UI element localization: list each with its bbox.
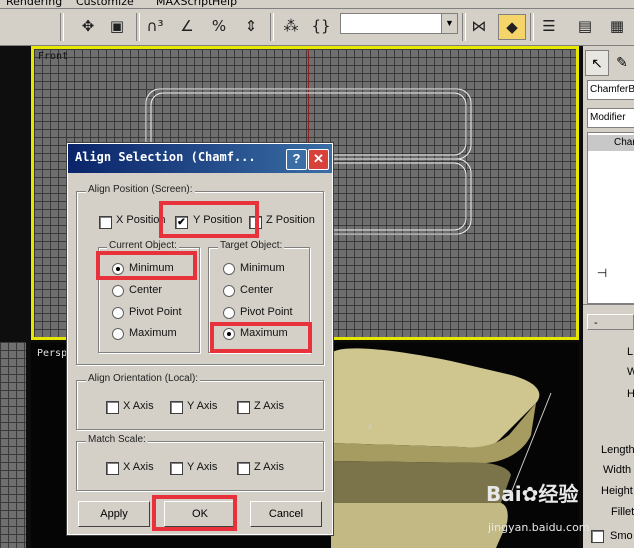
paw-icon: ✿ xyxy=(521,482,539,506)
param-label: H xyxy=(627,388,634,400)
align-orientation-group-label: Align Orientation (Local): xyxy=(86,373,201,384)
param-length-label: Length xyxy=(601,444,634,456)
schematic-view-icon[interactable]: ▦ xyxy=(604,14,630,38)
current-maximum-label: Maximum xyxy=(129,327,177,339)
axis-label-x: x xyxy=(368,421,373,431)
highlight-target-maximum xyxy=(210,322,312,353)
target-pivot-label: Pivot Point xyxy=(240,306,293,318)
modify-tab-icon[interactable]: ✎ xyxy=(611,50,633,74)
apply-button[interactable]: Apply xyxy=(78,501,150,527)
snap-toggle-icon[interactable]: ∩³ xyxy=(142,14,168,38)
named-selection-dropdown[interactable]: ▼ xyxy=(340,13,458,34)
toolbar-separator xyxy=(530,13,534,41)
current-object-group-label: Current Object: xyxy=(107,240,179,251)
watermark-brand-text: Bai xyxy=(486,482,522,506)
param-label: W xyxy=(627,366,634,378)
watermark-brand-text-2: 经验 xyxy=(538,482,579,506)
command-panel: ↖ ✎ ChamferB Modifier Char ⊣ - L W H Len… xyxy=(583,46,634,548)
dialog-title: Align Selection (Chamf... xyxy=(75,150,256,164)
scale-x-checkbox[interactable] xyxy=(106,462,119,475)
scale-y-label: Y Axis xyxy=(187,461,218,473)
chevron-down-icon[interactable]: ▼ xyxy=(441,14,457,33)
layer-manager-icon[interactable]: ☰ xyxy=(536,14,562,38)
current-center-label: Center xyxy=(129,284,163,296)
menu-bar: Rendering Customize MAXScript Help xyxy=(0,0,634,9)
pin-stack-icon[interactable]: ⊣ xyxy=(591,266,613,282)
panel-divider xyxy=(583,304,634,305)
orient-z-label: Z Axis xyxy=(254,400,284,412)
main-toolbar: ✥ ▣ ∩³ ∠ % ⇕ ⁂ {} ▼ ⋈ ◆ ☰ ▤ ▦ xyxy=(0,9,634,46)
left-viewport-grid xyxy=(0,342,26,548)
scale-y-checkbox[interactable] xyxy=(170,462,183,475)
menu-customize[interactable]: Customize xyxy=(76,0,134,8)
create-tab-icon[interactable]: ↖ xyxy=(585,50,609,76)
keyboard-shortcut-icon[interactable]: ▣ xyxy=(104,14,130,38)
toolbar-separator xyxy=(136,13,140,41)
current-center-radio[interactable] xyxy=(112,285,124,297)
align-icon[interactable]: ◆ xyxy=(498,14,526,40)
stack-item[interactable]: Char xyxy=(588,135,634,151)
named-selection-icon[interactable]: ⁂ xyxy=(278,14,304,38)
smooth-label: Smo xyxy=(610,530,633,542)
param-label: L xyxy=(627,346,634,358)
dialog-titlebar: Align Selection (Chamf... ? ✕ xyxy=(68,144,332,173)
smooth-checkbox[interactable] xyxy=(591,530,604,543)
watermark-brand: Bai✿经验 xyxy=(486,478,578,507)
toolbar-separator xyxy=(270,13,274,41)
rollout-header[interactable]: - xyxy=(587,314,634,330)
angle-snap-icon[interactable]: ∠ xyxy=(174,14,200,38)
current-pivot-radio[interactable] xyxy=(112,307,124,319)
align-position-group-label: Align Position (Screen): xyxy=(86,184,195,195)
highlight-y-position xyxy=(159,201,259,238)
param-fillet-label: Fillet xyxy=(611,506,634,518)
param-height-label: Height xyxy=(601,485,633,497)
menu-help[interactable]: Help xyxy=(212,0,237,8)
target-object-group-label: Target Object: xyxy=(218,240,285,251)
modifier-list-dropdown[interactable]: Modifier xyxy=(587,108,634,128)
current-maximum-radio[interactable] xyxy=(112,328,124,340)
cancel-button[interactable]: Cancel xyxy=(250,501,322,527)
target-pivot-radio[interactable] xyxy=(223,307,235,319)
left-viewport-strip[interactable] xyxy=(0,46,30,548)
target-center-label: Center xyxy=(240,284,274,296)
target-center-radio[interactable] xyxy=(223,285,235,297)
help-button[interactable]: ? xyxy=(286,149,307,170)
menu-rendering[interactable]: Rendering xyxy=(6,0,62,8)
watermark-url: jingyan.baidu.com xyxy=(488,521,590,534)
z-position-label: Z Position xyxy=(266,214,315,226)
close-button[interactable]: ✕ xyxy=(308,149,329,170)
orient-y-label: Y Axis xyxy=(187,400,218,412)
track-view-icon[interactable]: ▤ xyxy=(572,14,598,38)
target-minimum-radio[interactable] xyxy=(223,263,235,275)
match-scale-group-label: Match Scale: xyxy=(86,434,148,445)
highlight-current-minimum xyxy=(96,251,197,280)
toolbar-separator xyxy=(60,13,64,41)
menu-maxscript[interactable]: MAXScript xyxy=(156,0,212,8)
scale-z-label: Z Axis xyxy=(254,461,284,473)
orient-z-checkbox[interactable] xyxy=(237,401,250,414)
select-manipulate-icon[interactable]: ✥ xyxy=(75,14,101,38)
scale-x-label: X Axis xyxy=(123,461,154,473)
mirror-icon[interactable]: ⋈ xyxy=(466,14,492,38)
target-minimum-label: Minimum xyxy=(240,262,285,274)
toolbar-edge xyxy=(0,14,14,38)
edit-named-sets-icon[interactable]: {} xyxy=(308,14,334,38)
scale-z-checkbox[interactable] xyxy=(237,462,250,475)
param-width-label: Width xyxy=(603,464,632,476)
percent-snap-icon[interactable]: % xyxy=(206,14,232,38)
orient-y-checkbox[interactable] xyxy=(170,401,183,414)
spinner-snap-icon[interactable]: ⇕ xyxy=(238,14,264,38)
object-name-field[interactable]: ChamferB xyxy=(587,80,634,100)
current-pivot-label: Pivot Point xyxy=(129,306,182,318)
highlight-ok xyxy=(152,495,237,531)
x-position-checkbox[interactable] xyxy=(99,216,112,229)
orient-x-label: X Axis xyxy=(123,400,154,412)
orient-x-checkbox[interactable] xyxy=(106,401,119,414)
